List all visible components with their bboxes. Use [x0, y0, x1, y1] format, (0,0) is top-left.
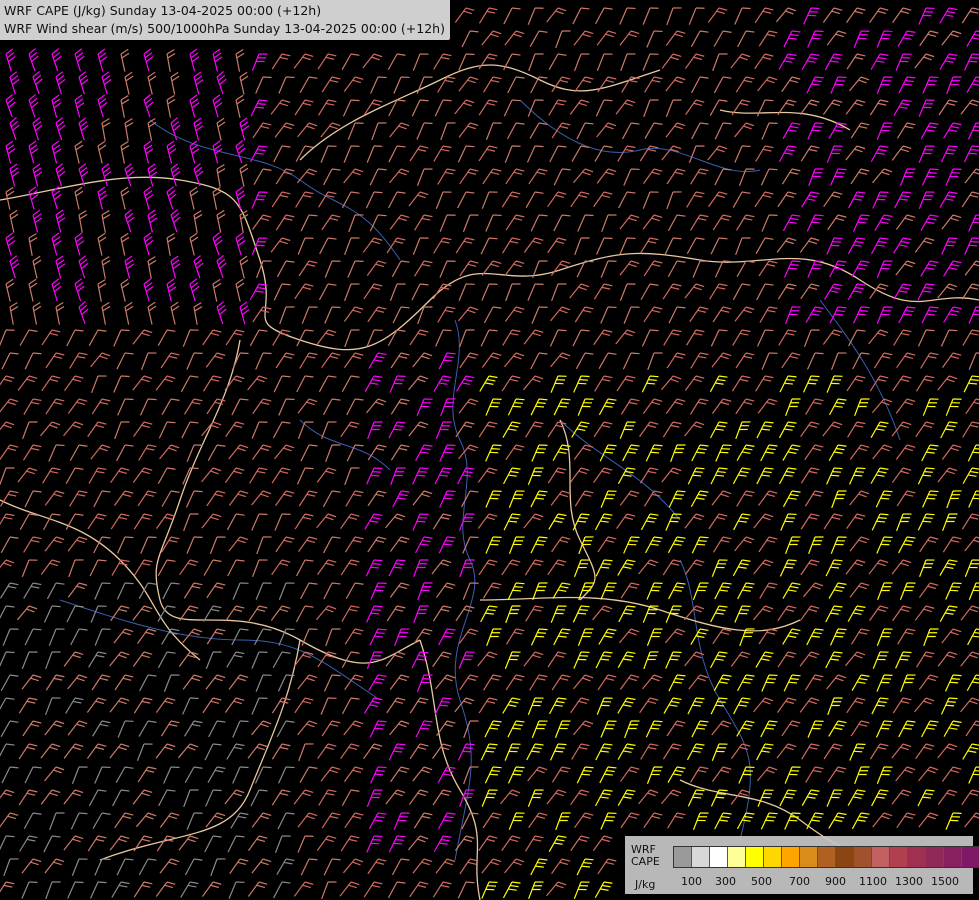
legend-swatch: [890, 847, 908, 867]
legend-swatch: [800, 847, 818, 867]
legend-swatch: [944, 847, 962, 867]
legend-swatch: [854, 847, 872, 867]
legend-swatch: [908, 847, 926, 867]
legend-swatch: [674, 847, 692, 867]
title-cape: WRF CAPE (J/kg) Sunday 13-04-2025 00:00 …: [4, 3, 322, 18]
map-title: WRF CAPE (J/kg) Sunday 13-04-2025 00:00 …: [0, 0, 450, 40]
legend-tick-label: 1100: [859, 875, 887, 888]
legend-swatch: [872, 847, 890, 867]
legend-swatch: [710, 847, 728, 867]
legend-swatch: [782, 847, 800, 867]
legend-color-scale: [673, 846, 979, 868]
legend-tick-label: 500: [751, 875, 772, 888]
legend-tick-label: 900: [825, 875, 846, 888]
legend-tick-label: 700: [789, 875, 810, 888]
legend-swatch: [836, 847, 854, 867]
title-wind-shear: WRF Wind shear (m/s) 500/1000hPa Sunday …: [4, 21, 445, 36]
legend-swatch: [926, 847, 944, 867]
legend-tick-label: 100: [681, 875, 702, 888]
legend-tick-label: 300: [715, 875, 736, 888]
legend-unit: J/kg: [635, 878, 656, 891]
legend-swatch: [764, 847, 782, 867]
legend-tick-label: 1300: [895, 875, 923, 888]
legend-tick-label: 1500: [931, 875, 959, 888]
legend-swatch: [818, 847, 836, 867]
legend-swatch: [728, 847, 746, 867]
legend-title: WRF CAPE: [631, 843, 660, 868]
cape-legend: WRF CAPE J/kg 100 300 500 700 900 1100 1300 150…: [625, 836, 979, 894]
legend-swatch: [746, 847, 764, 867]
legend-swatch: [692, 847, 710, 867]
legend-swatch: [962, 847, 979, 867]
map-canvas: [0, 0, 979, 900]
